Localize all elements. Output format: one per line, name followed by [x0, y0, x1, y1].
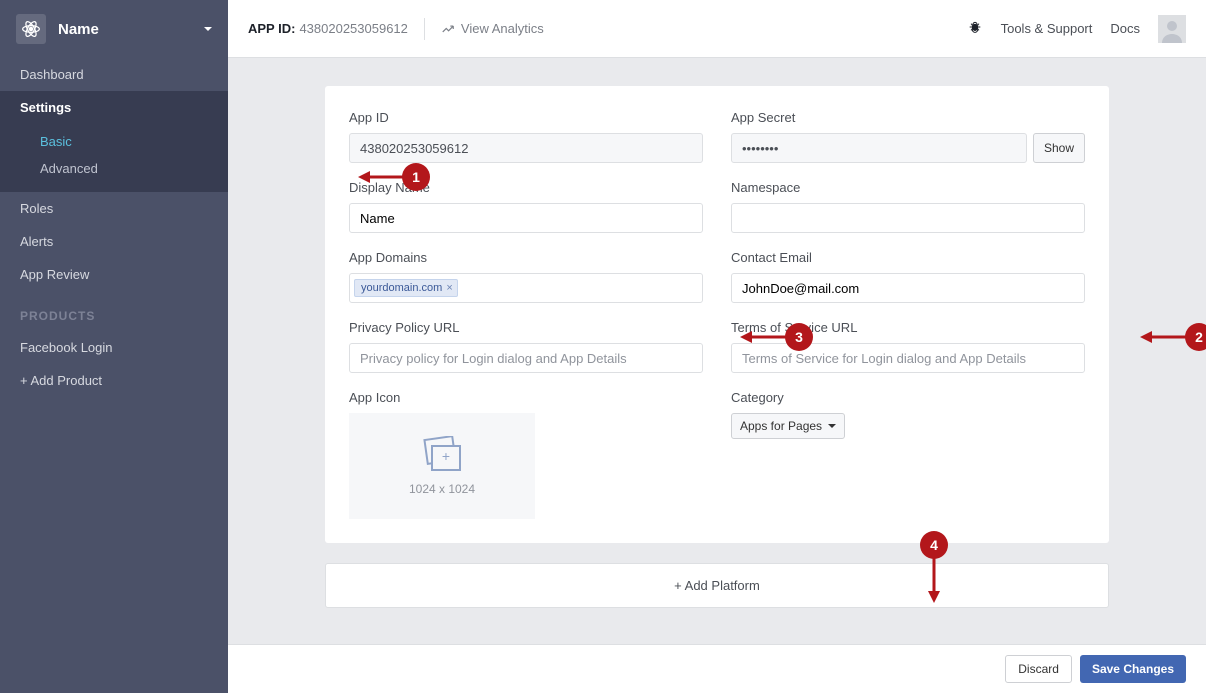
separator: [424, 18, 425, 40]
chevron-down-icon: [204, 27, 212, 31]
nav-app-review[interactable]: App Review: [0, 258, 228, 291]
docs-link[interactable]: Docs: [1110, 21, 1140, 36]
privacy-url-field[interactable]: [349, 343, 703, 373]
nav-facebook-login[interactable]: Facebook Login: [0, 331, 228, 364]
app-icon-uploader[interactable]: + 1024 x 1024: [349, 413, 535, 519]
nav-roles[interactable]: Roles: [0, 192, 228, 225]
footer: Discard Save Changes: [228, 644, 1206, 693]
svg-text:+: +: [442, 448, 450, 464]
tools-support-link[interactable]: Tools & Support: [1001, 21, 1093, 36]
app-secret-field: [731, 133, 1027, 163]
tos-url-field[interactable]: [731, 343, 1085, 373]
namespace-field[interactable]: [731, 203, 1085, 233]
contact-email-field[interactable]: [731, 273, 1085, 303]
app-id-label: App ID: [349, 110, 703, 125]
category-value: Apps for Pages: [740, 419, 822, 433]
app-name: Name: [58, 21, 99, 38]
sidebar: Name Dashboard Settings Basic Advanced R…: [0, 0, 228, 693]
add-platform-button[interactable]: + Add Platform: [325, 563, 1109, 608]
domain-tag-text: yourdomain.com: [361, 282, 442, 294]
save-button[interactable]: Save Changes: [1080, 655, 1186, 683]
appid-label: APP ID:: [248, 21, 295, 36]
nav-add-product[interactable]: + Add Product: [0, 364, 228, 397]
domain-tag: yourdomain.com ×: [354, 279, 458, 297]
app-icon-label: App Icon: [349, 390, 703, 405]
nav-dashboard[interactable]: Dashboard: [0, 58, 228, 91]
remove-domain-icon[interactable]: ×: [446, 282, 452, 294]
bug-icon[interactable]: [967, 19, 983, 38]
products-heading: PRODUCTS: [0, 291, 228, 331]
nav-settings[interactable]: Settings: [0, 91, 228, 124]
category-label: Category: [731, 390, 1085, 405]
avatar[interactable]: [1158, 15, 1186, 43]
category-select[interactable]: Apps for Pages: [731, 413, 845, 439]
subnav-advanced[interactable]: Advanced: [0, 155, 228, 182]
app-domains-label: App Domains: [349, 250, 703, 265]
image-placeholder-icon: +: [418, 436, 466, 474]
settings-subnav: Basic Advanced: [0, 124, 228, 192]
icon-size-hint: 1024 x 1024: [409, 482, 475, 496]
contact-email-label: Contact Email: [731, 250, 1085, 265]
annotation-arrow-2: [1140, 331, 1188, 343]
view-analytics-link[interactable]: View Analytics: [441, 21, 544, 36]
nav-alerts[interactable]: Alerts: [0, 225, 228, 258]
namespace-label: Namespace: [731, 180, 1085, 195]
privacy-url-label: Privacy Policy URL: [349, 320, 703, 335]
app-logo-icon: [16, 14, 46, 44]
annotation-2: 2: [1185, 323, 1206, 351]
display-name-label: Display Name: [349, 180, 703, 195]
app-switcher[interactable]: Name: [0, 0, 228, 58]
subnav-basic[interactable]: Basic: [0, 128, 228, 155]
tos-url-label: Terms of Service URL: [731, 320, 1085, 335]
show-secret-button[interactable]: Show: [1033, 133, 1085, 163]
app-id-field: [349, 133, 703, 163]
app-domains-field[interactable]: yourdomain.com ×: [349, 273, 703, 303]
app-secret-label: App Secret: [731, 110, 1085, 125]
appid-value: 438020253059612: [299, 21, 407, 36]
view-analytics-label: View Analytics: [461, 21, 544, 36]
main: APP ID: 438020253059612 View Analytics T…: [228, 0, 1206, 693]
topbar: APP ID: 438020253059612 View Analytics T…: [228, 0, 1206, 58]
chevron-down-icon: [828, 424, 836, 428]
display-name-field[interactable]: [349, 203, 703, 233]
settings-card: App ID App Secret Show Display Name: [325, 86, 1109, 543]
discard-button[interactable]: Discard: [1005, 655, 1072, 683]
content-area: App ID App Secret Show Display Name: [228, 58, 1206, 644]
